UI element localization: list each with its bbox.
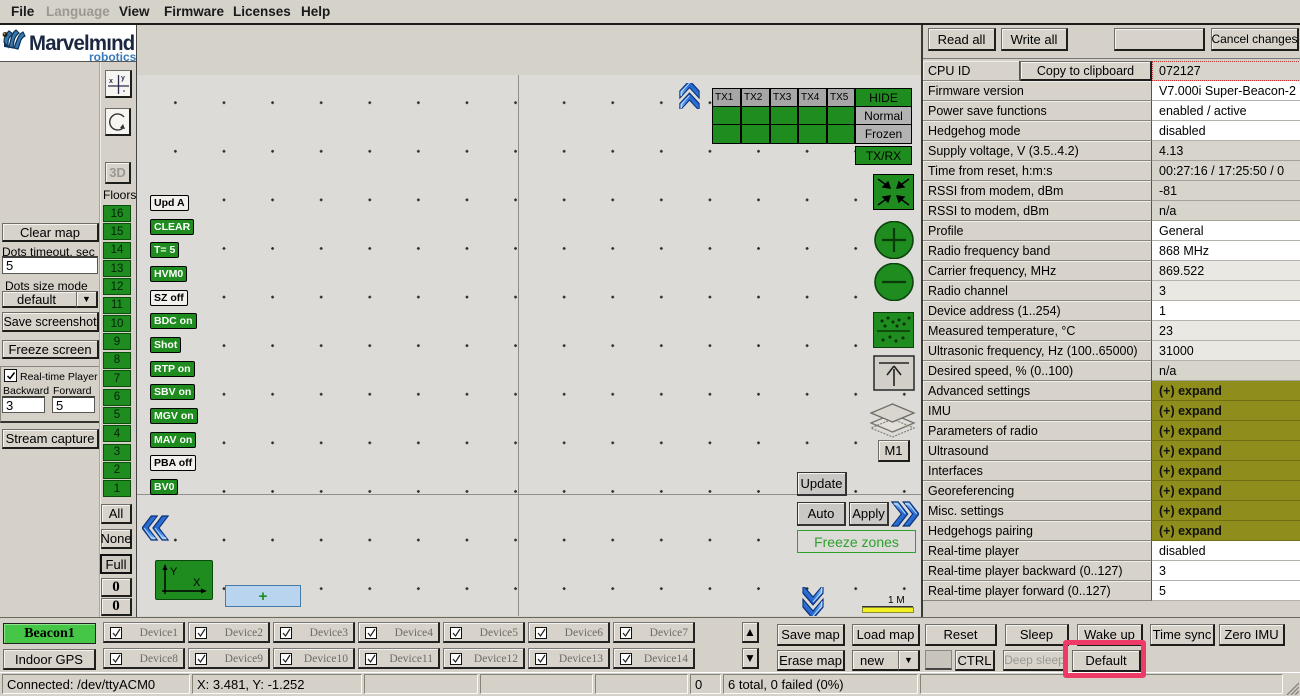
svg-text:Y: Y	[170, 566, 178, 578]
svg-text:X: X	[193, 577, 201, 589]
svg-text:y: y	[121, 75, 125, 82]
svg-text:x: x	[109, 78, 113, 85]
